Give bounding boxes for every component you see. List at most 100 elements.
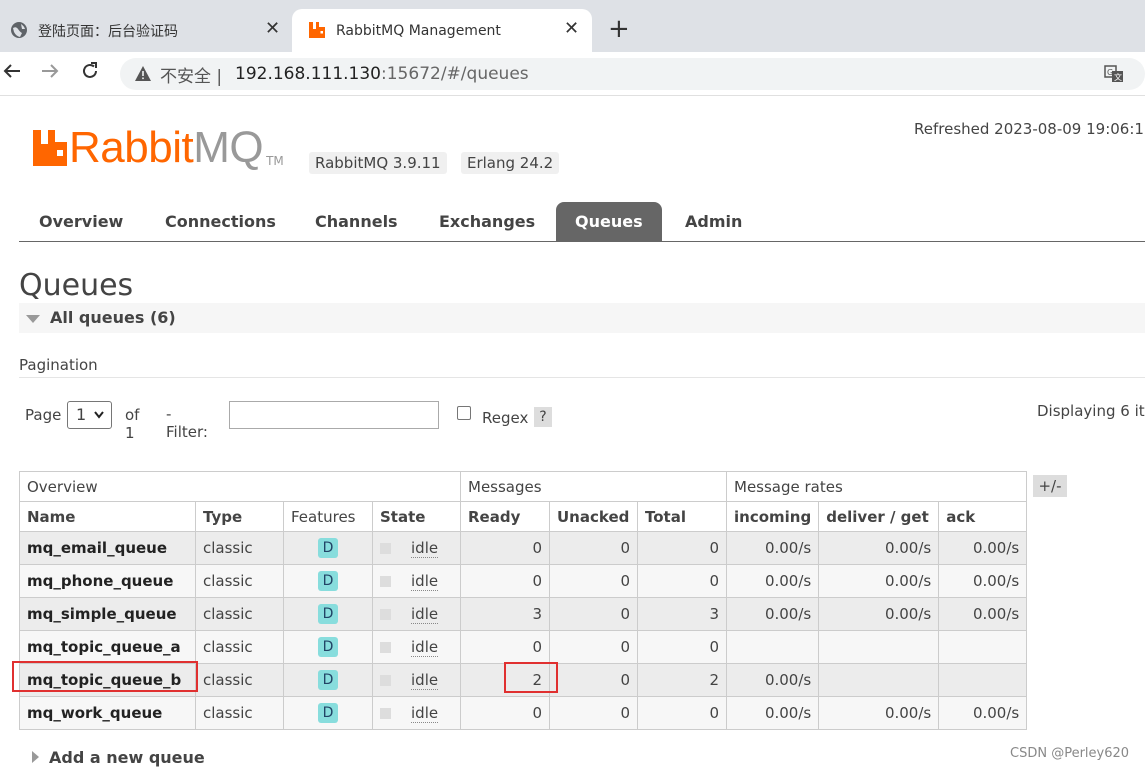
warning-icon[interactable] [134,65,152,88]
queue-name-link[interactable]: mq_topic_queue_a [19,630,196,664]
rabbitmq-logo[interactable]: Rabbit MQ TM [33,126,284,170]
ack-rate: 0.00/s [938,696,1028,730]
queue-name-link[interactable]: mq_phone_queue [19,564,196,598]
state-indicator-icon [380,543,391,554]
state-indicator-icon [380,708,391,719]
state-label[interactable]: idle [411,605,439,624]
of-pages-label: of 1 [125,406,140,442]
state-label[interactable]: idle [411,572,439,591]
browser-tab-login[interactable]: 登陆页面：后台验证码 ✕ [0,9,292,52]
tab-overview[interactable]: Overview [39,202,123,242]
state-label[interactable]: idle [411,671,439,690]
tab-exchanges[interactable]: Exchanges [439,202,535,242]
ready-count: 0 [460,696,550,730]
unacked-count: 0 [549,597,638,631]
column-header-ready[interactable]: Ready [460,501,550,532]
ack-rate [938,663,1028,697]
highlight-box-queue-name [12,661,198,692]
reload-icon[interactable] [80,61,100,86]
durable-badge[interactable]: D [318,703,338,723]
column-toggle-button[interactable]: +/- [1033,475,1067,497]
queue-name-link[interactable]: mq_simple_queue [19,597,196,631]
column-header-state[interactable]: State [372,501,461,532]
column-header-name[interactable]: Name [19,501,196,532]
queue-type: classic [195,564,284,598]
durable-badge[interactable]: D [318,571,338,591]
tab-connections[interactable]: Connections [165,202,276,242]
column-header-deliver-get[interactable]: deliver / get [818,501,940,532]
total-count: 0 [637,531,727,565]
queue-features: D [283,696,373,730]
queue-features: D [283,630,373,664]
state-label[interactable]: idle [411,539,439,558]
ack-rate: 0.00/s [938,597,1028,631]
all-queues-label: All queues (6) [50,308,176,327]
group-messages: Messages [460,471,727,502]
state-indicator-icon [380,576,391,587]
state-label[interactable]: idle [411,638,439,657]
url-path: :15672/#/queues [381,64,529,84]
tab-admin[interactable]: Admin [685,202,742,242]
page-select[interactable]: 1 [67,401,112,429]
ready-count: 0 [460,531,550,565]
column-header-unacked[interactable]: Unacked [549,501,638,532]
queue-type: classic [195,696,284,730]
queue-features: D [283,663,373,697]
back-icon[interactable] [2,61,22,86]
unacked-count: 0 [549,564,638,598]
queue-state: idle [372,630,461,664]
incoming-rate: 0.00/s [725,531,820,565]
queue-name-link[interactable]: mq_work_queue [19,696,196,730]
unacked-count: 0 [549,630,638,664]
total-count: 2 [637,663,727,697]
state-label[interactable]: idle [411,704,439,723]
queue-state: idle [372,597,461,631]
table-row: mq_phone_queue classic D idle 0 0 0 0.00… [19,564,1028,598]
state-indicator-icon [380,642,391,653]
state-indicator-icon [380,675,391,686]
translate-icon[interactable]: G文 [1104,65,1124,88]
durable-badge[interactable]: D [318,637,338,657]
deliver-get-rate: 0.00/s [818,531,940,565]
durable-badge[interactable]: D [318,604,338,624]
all-queues-section[interactable]: All queues (6) [19,303,1145,333]
tab-queues[interactable]: Queues [556,202,662,242]
forward-icon[interactable] [40,61,60,86]
tab-title: RabbitMQ Management [336,22,501,39]
queue-type: classic [195,531,284,565]
total-count: 3 [637,597,727,631]
table-row: mq_work_queue classic D idle 0 0 0 0.00/… [19,696,1028,730]
total-count: 0 [637,564,727,598]
deliver-get-rate [818,663,940,697]
logo-mq: MQ [193,123,264,172]
deliver-get-rate: 0.00/s [818,696,940,730]
column-header-total[interactable]: Total [637,501,727,532]
durable-badge[interactable]: D [318,670,338,690]
column-header-incoming[interactable]: incoming [725,501,820,532]
table-row: mq_simple_queue classic D idle 3 0 3 0.0… [19,597,1028,631]
browser-tab-rabbitmq[interactable]: RabbitMQ Management ✕ [292,9,592,52]
close-icon[interactable]: ✕ [265,18,280,39]
filter-input[interactable] [229,401,439,429]
incoming-rate: 0.00/s [725,696,820,730]
column-header-ack[interactable]: ack [938,501,1028,532]
refreshed-text[interactable]: Refreshed 2023-08-09 19:06:1 [914,120,1144,138]
ready-count: 0 [460,630,550,664]
durable-badge[interactable]: D [318,538,338,558]
regex-checkbox[interactable] [457,406,471,420]
add-queue-section[interactable]: Add a new queue [19,748,205,767]
divider [19,377,1145,378]
close-icon[interactable]: ✕ [564,18,579,39]
browser-tab-strip: 登陆页面：后台验证码 ✕ RabbitMQ Management ✕ + [0,0,1145,52]
group-overview: Overview [19,471,461,502]
deliver-get-rate: 0.00/s [818,564,940,598]
regex-help-button[interactable]: ? [534,407,552,427]
address-bar[interactable]: 不安全 | 192.168.111.130:15672/#/queues G文 [120,58,1145,90]
url-host: 192.168.111.130 [235,64,382,84]
tab-channels[interactable]: Channels [315,202,398,242]
logo-tm: TM [266,154,284,168]
queue-state: idle [372,564,461,598]
queue-name-link[interactable]: mq_email_queue [19,531,196,565]
new-tab-icon[interactable]: + [608,14,630,44]
column-header-type[interactable]: Type [195,501,284,532]
